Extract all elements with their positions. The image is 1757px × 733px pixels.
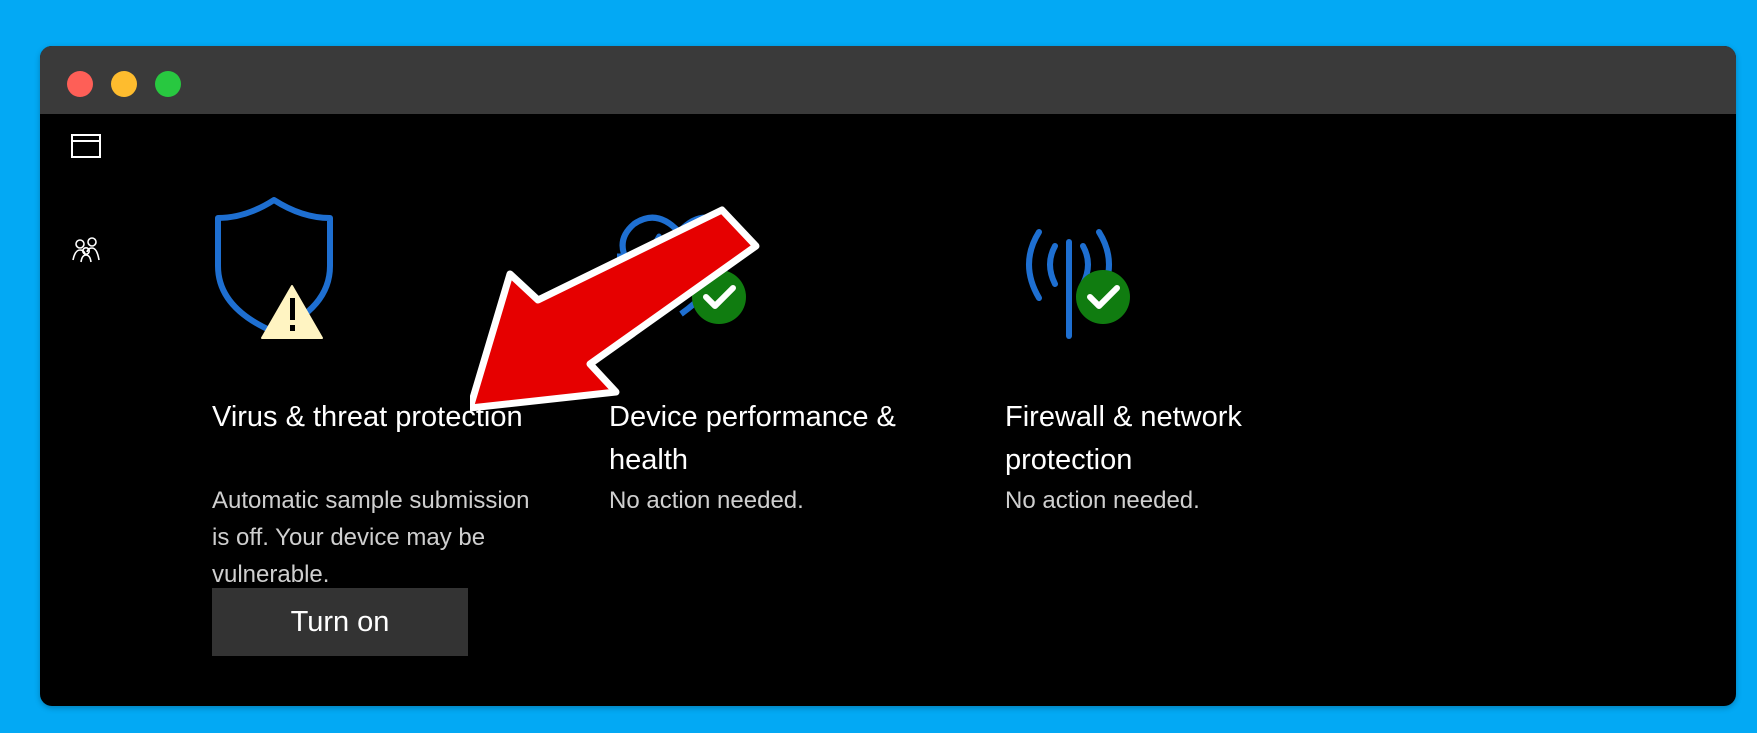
virus-threat-description: Automatic sample submission is off. Your… <box>212 487 530 588</box>
device-performance-card[interactable]: Device performance & health No action ne… <box>609 186 949 514</box>
device-performance-description: No action needed. <box>609 487 804 514</box>
title-bar <box>40 46 1736 114</box>
antenna-check-icon <box>1026 229 1130 339</box>
turn-on-button[interactable]: Turn on <box>212 588 468 656</box>
heart-check-icon <box>617 214 746 324</box>
virus-threat-title: Virus & threat protection <box>212 401 523 433</box>
shield-warning-icon <box>215 197 333 339</box>
virus-threat-card[interactable]: Virus & threat protection Automatic samp… <box>212 186 552 588</box>
security-window: Virus & threat protection Automatic samp… <box>40 46 1736 706</box>
close-window-button[interactable] <box>67 71 93 97</box>
firewall-card[interactable]: Firewall & network protection No action … <box>1005 186 1345 514</box>
minimize-window-button[interactable] <box>111 71 137 97</box>
device-performance-title: Device performance & health <box>609 401 896 476</box>
maximize-window-button[interactable] <box>155 71 181 97</box>
firewall-title: Firewall & network protection <box>1005 401 1242 476</box>
app-browser-icon[interactable] <box>70 130 102 162</box>
family-icon[interactable] <box>70 232 102 264</box>
firewall-description: No action needed. <box>1005 487 1200 514</box>
